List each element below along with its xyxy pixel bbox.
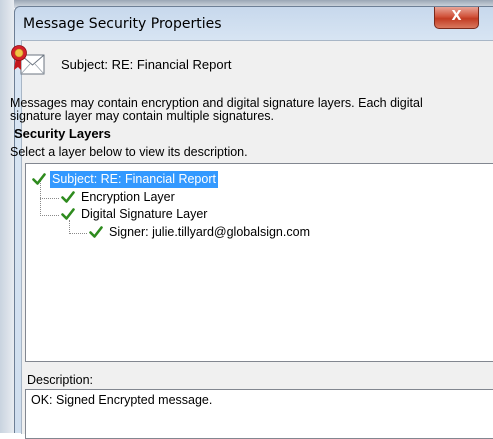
- tree-connector: [69, 233, 87, 234]
- description-label: Description:: [27, 373, 93, 387]
- security-layers-heading: Security Layers: [14, 126, 111, 141]
- security-layers-tree[interactable]: Subject: RE: Financial Report Encryption…: [25, 163, 493, 362]
- tree-item-label: Digital Signature Layer: [81, 207, 208, 221]
- tree-item-label: Encryption Layer: [81, 190, 175, 204]
- tree-connector: [69, 220, 70, 234]
- info-line-2: signature layer may contain multiple sig…: [10, 109, 275, 123]
- certificate-envelope-icon: [11, 45, 45, 75]
- tree-connector: [40, 215, 59, 216]
- security-info-text: Messages may contain encryption and digi…: [10, 97, 480, 123]
- tree-item-label: Subject: RE: Financial Report: [50, 171, 218, 188]
- close-icon: X: [451, 9, 462, 24]
- check-icon: [89, 226, 103, 238]
- message-subject: Subject: RE: Financial Report: [61, 57, 232, 72]
- security-layers-instruction: Select a layer below to view its descrip…: [10, 145, 248, 159]
- check-icon: [32, 173, 46, 185]
- tree-item-label: Signer: julie.tillyard@globalsign.com: [109, 225, 310, 239]
- close-button[interactable]: X: [434, 7, 479, 29]
- tree-connector: [40, 198, 59, 199]
- description-value: OK: Signed Encrypted message.: [31, 393, 213, 407]
- title-bar[interactable]: Message Security Properties X: [15, 7, 493, 39]
- description-text-box[interactable]: OK: Signed Encrypted message.: [25, 389, 493, 439]
- window-title: Message Security Properties: [23, 16, 222, 32]
- check-icon: [61, 208, 75, 220]
- check-icon: [61, 191, 75, 203]
